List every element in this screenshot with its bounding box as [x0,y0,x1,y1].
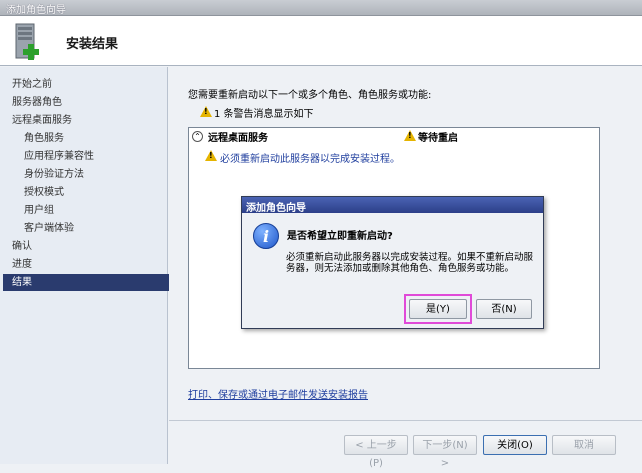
close-button[interactable]: 关闭(O) [483,435,547,455]
result-message: 必须重新启动此服务器以完成安装过程。 [220,154,400,165]
cancel-button[interactable]: 取消 [552,435,616,455]
nav-item: 开始之前 [12,79,52,90]
server-install-icon [15,23,39,60]
dialog-body: 必须重新启动此服务器以完成安装过程。如果不重新启动服务器，则无法添加或删除其他角… [286,252,534,274]
dialog-title-bar[interactable]: 添加角色向导 [242,197,543,214]
intro-text: 您需要重新启动以下一个或多个角色、角色服务或功能: [188,90,432,101]
info-icon: i [253,223,279,249]
warning-summary-text: 1 条警告消息显示如下 [214,109,314,120]
dialog-question: 是否希望立即重新启动? [287,231,393,242]
nav-item: 结果 [3,274,176,291]
nav-item: 用户组 [24,205,54,216]
previous-button[interactable]: < 上一步(P) [344,435,408,469]
yes-button[interactable]: 是(Y) [409,299,467,319]
result-status: 等待重启 [418,133,458,144]
collapse-icon[interactable]: ⌃ [192,131,203,142]
footer-divider [169,420,642,421]
report-link[interactable]: 打印、保存或通过电子邮件发送安装报告 [188,386,368,401]
window-title: 添加角色向导 [6,5,66,16]
next-button[interactable]: 下一步(N) > [413,435,477,469]
nav-item: 确认 [12,241,32,252]
page-title: 安装结果 [66,37,119,52]
nav-item: 服务器角色 [12,97,62,108]
result-role-name: 远程桌面服务 [208,133,268,144]
window-title-bar[interactable]: 添加角色向导 [0,0,642,16]
nav-item: 远程桌面服务 [12,115,72,126]
nav-item: 身份验证方法 [24,169,84,180]
no-button[interactable]: 否(N) [476,299,532,319]
nav-item: 进度 [12,259,32,270]
nav-item: 应用程序兼容性 [24,151,94,162]
nav-item: 角色服务 [24,133,64,144]
nav-item: 授权模式 [24,187,64,198]
nav-item: 客户端体验 [24,223,74,234]
dialog-title: 添加角色向导 [246,203,306,214]
